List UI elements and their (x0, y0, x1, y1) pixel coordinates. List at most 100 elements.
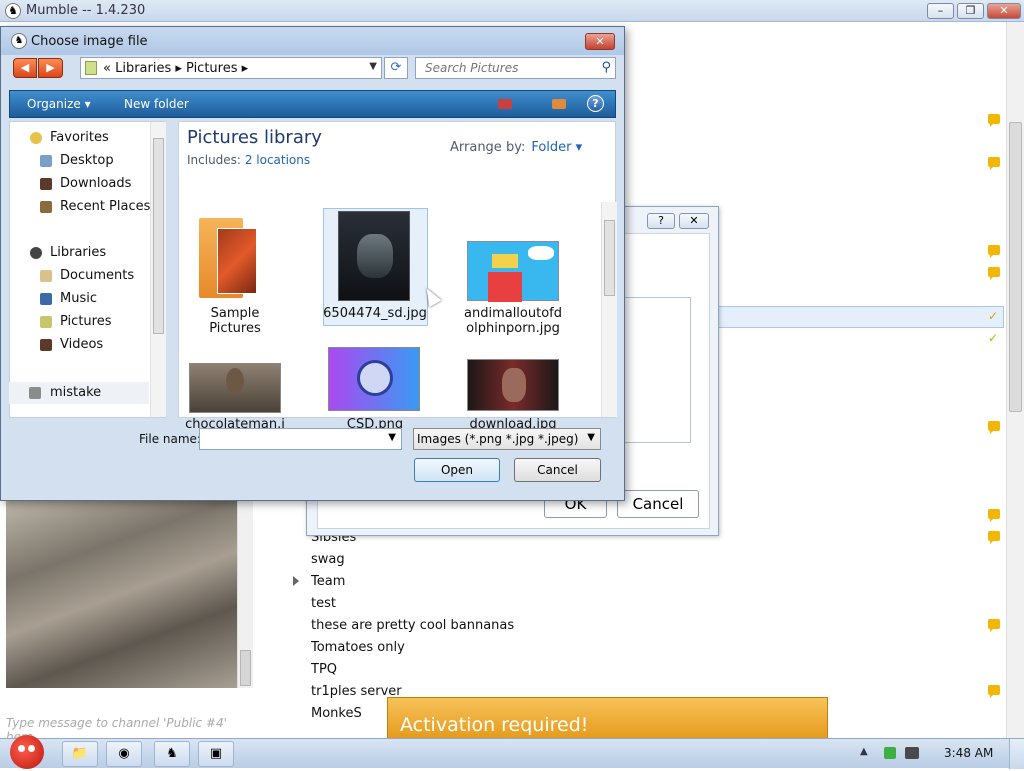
show-desktop-button[interactable] (1009, 739, 1024, 769)
cancel-button[interactable]: Cancel (514, 458, 601, 482)
image-viewer-taskbar-icon[interactable]: ▣ (198, 741, 234, 767)
nav-libraries[interactable]: Libraries (50, 245, 106, 260)
minimize-button[interactable]: – (927, 3, 954, 19)
library-icon (85, 61, 97, 75)
search-icon[interactable]: ⚲ (601, 60, 611, 75)
nav-scrollbar[interactable] (150, 122, 166, 417)
cancel-button[interactable]: Cancel (617, 490, 699, 518)
comment-icon[interactable] (988, 114, 1000, 127)
scrollbar-thumb[interactable] (240, 650, 251, 686)
scrollbar-thumb[interactable] (153, 138, 164, 334)
dialog-help-button[interactable]: ? (647, 213, 675, 229)
breadcrumb[interactable]: « Libraries ▸ Pictures ▸ (103, 61, 248, 76)
dialog-close-button[interactable]: ✕ (585, 33, 615, 50)
arrange-label: Arrange by: (450, 140, 526, 155)
recent-places-icon (40, 201, 52, 213)
explorer-taskbar-icon[interactable]: 📁 (62, 741, 98, 767)
forward-button[interactable]: ▶ (38, 58, 63, 78)
help-icon[interactable]: ? (587, 95, 604, 112)
channel-item[interactable]: these are pretty cool bannanas (311, 618, 514, 633)
comment-icon[interactable] (988, 531, 1000, 544)
expand-arrow-icon[interactable] (293, 576, 299, 586)
file-type-filter[interactable]: Images (*.png *.jpg *.jpeg) ▼ (413, 428, 601, 450)
comment-icon[interactable] (988, 245, 1000, 258)
preview-pane-icon[interactable] (552, 99, 566, 109)
locations-link[interactable]: 2 locations (245, 153, 310, 167)
chrome-taskbar-icon[interactable]: ◉ (106, 741, 142, 767)
search-box[interactable]: ⚲ (415, 57, 616, 79)
organize-button[interactable]: Organize ▾ (27, 97, 91, 111)
mumble-taskbar-icon[interactable]: ♞ (154, 741, 190, 767)
image-thumbnail[interactable] (338, 211, 410, 301)
show-hidden-icons-icon[interactable]: ▲ (860, 746, 868, 757)
nav-favorites[interactable]: Favorites (50, 130, 109, 145)
nav-music[interactable]: Music (60, 291, 97, 306)
nav-pictures[interactable]: Pictures (60, 314, 111, 329)
tray-app-icon[interactable] (884, 747, 896, 759)
refresh-button[interactable]: ⟳ (384, 57, 408, 79)
navigation-pane: Favorites Desktop Downloads Recent Place… (9, 121, 166, 418)
chevron-down-icon[interactable]: ▼ (388, 432, 396, 443)
open-button[interactable]: Open (414, 458, 500, 482)
downloads-icon (40, 178, 52, 190)
choose-image-dialog: ♞ Choose image file ✕ ◀ ▶ « Libraries ▸ … (0, 26, 625, 501)
image-thumbnail[interactable] (328, 347, 420, 411)
nav-videos[interactable]: Videos (60, 337, 103, 352)
file-list-pane: Pictures library Includes: 2 locations A… (178, 121, 617, 447)
favorites-star-icon (30, 132, 42, 144)
nav-mistake-row[interactable]: mistake (9, 382, 149, 404)
file-name[interactable]: 6504474_sd.jpg (323, 306, 427, 321)
activation-text: Activation required! (400, 714, 589, 736)
nav-downloads[interactable]: Downloads (60, 176, 131, 191)
chat-scrollbar[interactable] (237, 500, 253, 688)
file-list-scrollbar[interactable] (601, 202, 617, 417)
comment-icon[interactable] (988, 685, 1000, 698)
dialog-textbox[interactable] (621, 297, 691, 443)
chevron-down-icon[interactable]: ▼ (369, 61, 377, 72)
network-icon[interactable] (905, 747, 919, 759)
scrollbar-thumb[interactable] (604, 220, 615, 296)
channel-scrollbar[interactable] (1006, 22, 1024, 738)
comment-icon[interactable] (988, 619, 1000, 632)
image-thumbnail[interactable] (467, 359, 559, 411)
comment-icon[interactable] (988, 509, 1000, 522)
nav-documents[interactable]: Documents (60, 268, 134, 283)
dialog-close-button[interactable]: ✕ (679, 213, 709, 229)
view-options-icon[interactable] (498, 99, 512, 109)
nav-desktop[interactable]: Desktop (60, 153, 114, 168)
channel-item[interactable]: MonkeS (311, 706, 362, 721)
mumble-app-icon: ♞ (5, 3, 21, 19)
file-name-combobox[interactable]: ▼ (199, 428, 402, 450)
desktop-icon (40, 155, 52, 167)
close-button[interactable]: ✕ (987, 3, 1021, 19)
taskbar-clock[interactable]: 3:48 AM (944, 746, 993, 760)
nav-recent-places[interactable]: Recent Places (60, 199, 150, 214)
comment-icon[interactable] (988, 421, 1000, 434)
folder-icon[interactable] (195, 214, 259, 302)
file-name[interactable]: Sample Pictures (183, 306, 287, 336)
channel-item[interactable]: TPQ (311, 662, 337, 677)
channel-item[interactable]: Team (311, 574, 345, 589)
file-name-input[interactable] (202, 430, 382, 448)
file-name[interactable]: andimalloutofd olphinporn.jpg (461, 306, 565, 336)
new-folder-button[interactable]: New folder (124, 97, 189, 111)
channel-item[interactable]: test (311, 596, 336, 611)
comment-icon[interactable] (988, 157, 1000, 170)
image-thumbnail[interactable] (189, 363, 281, 413)
back-button[interactable]: ◀ (13, 58, 37, 78)
chevron-down-icon[interactable]: ▼ (587, 432, 595, 443)
arrange-dropdown[interactable]: Folder ▾ (531, 140, 582, 155)
comment-icon[interactable] (988, 267, 1000, 280)
address-bar[interactable]: « Libraries ▸ Pictures ▸ ▼ (80, 57, 382, 79)
channel-item[interactable]: Tomatoes only (311, 640, 405, 655)
library-title: Pictures library (187, 127, 322, 148)
file-type-value: Images (*.png *.jpg *.jpeg) (417, 432, 579, 446)
start-button[interactable] (4, 731, 50, 771)
channel-item[interactable]: swag (311, 552, 345, 567)
maximize-button[interactable]: ❐ (957, 3, 984, 19)
image-thumbnail[interactable] (467, 241, 559, 302)
search-input[interactable] (417, 59, 592, 77)
scrollbar-thumb[interactable] (1009, 122, 1022, 412)
nav-mistake[interactable]: mistake (50, 385, 101, 400)
mumble-app-icon: ♞ (11, 33, 27, 49)
